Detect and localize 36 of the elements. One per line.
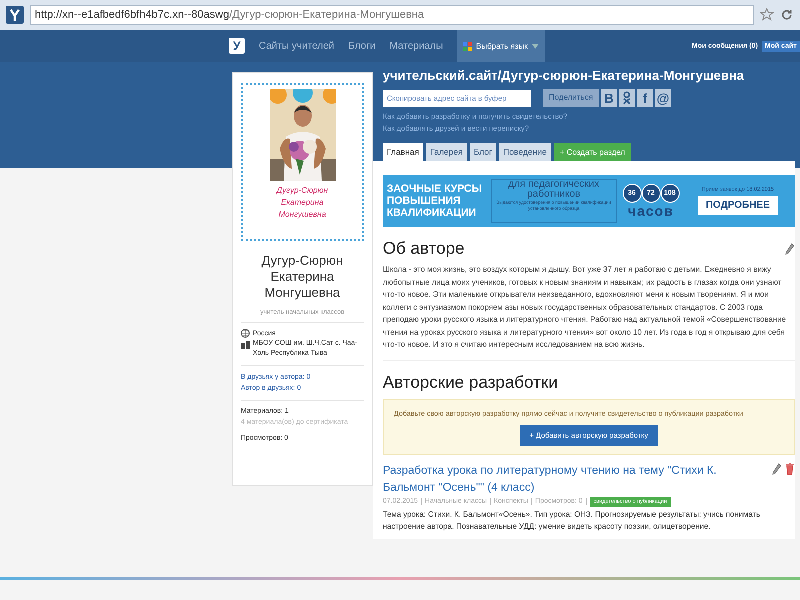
tab[interactable]: Блог — [470, 143, 496, 161]
share-button[interactable]: @ — [655, 89, 672, 107]
create-section-button[interactable]: + Создать раздел — [554, 143, 632, 161]
work-title-link[interactable]: Разработка урока по литературному чтению на тему "Стихи К. Бальмонт "Осень"" (4 класс) — [383, 462, 763, 496]
refresh-icon[interactable] — [780, 8, 794, 22]
profile-name: Дугур-Сюрюн Екатерина Монгушевна — [260, 253, 344, 301]
share-button[interactable] — [619, 89, 636, 107]
globe-icon — [241, 329, 250, 338]
section-heading: Авторские разработки — [383, 372, 558, 392]
tab[interactable]: Галерея — [426, 143, 467, 161]
hours-label: часов — [628, 202, 674, 218]
address-field[interactable]: http://xn--e1afbedf6bfh4b7c.xn--80aswg/Дугур-сюрюн-Екатерина-Монгушевна — [30, 5, 754, 25]
school-icon — [241, 340, 250, 350]
banner-audience: для педагогических работников — [508, 180, 600, 200]
pencil-icon[interactable] — [785, 243, 795, 255]
star-icon[interactable] — [760, 8, 774, 22]
nav-link[interactable]: Блоги — [348, 40, 376, 52]
person-icon — [622, 91, 632, 105]
share-button[interactable]: f — [637, 89, 654, 107]
tab[interactable]: Главная — [383, 143, 424, 161]
language-button[interactable]: Выбрать язык — [457, 30, 545, 62]
section-heading: Об авторе — [383, 239, 465, 259]
more-button[interactable]: ПОДРОБНЕЕ — [698, 196, 778, 215]
nav-link[interactable]: Материалы — [390, 40, 444, 52]
tab[interactable]: Поведение — [499, 143, 551, 161]
share-label: Поделиться — [543, 89, 600, 107]
banner-title: ЗАОЧНЫЕ КУРСЫ ПОВЫШЕНИЯ КВАЛИФИКАЦИИ — [387, 183, 484, 219]
pencil-icon[interactable] — [772, 462, 782, 474]
avatar-caption: Дугур-Сюрюн Екатерина Монгушевна — [276, 185, 328, 221]
caret-icon — [532, 44, 539, 48]
logo[interactable]: У — [229, 38, 245, 54]
site-title: учительский.сайт/Дугур-сюрюн-Екатерина-Монгушевна — [383, 68, 746, 83]
share-button[interactable]: В — [601, 89, 618, 107]
site-icon — [6, 6, 24, 24]
trash-icon[interactable] — [785, 462, 795, 474]
nav-link[interactable]: Сайты учителей — [259, 40, 335, 52]
